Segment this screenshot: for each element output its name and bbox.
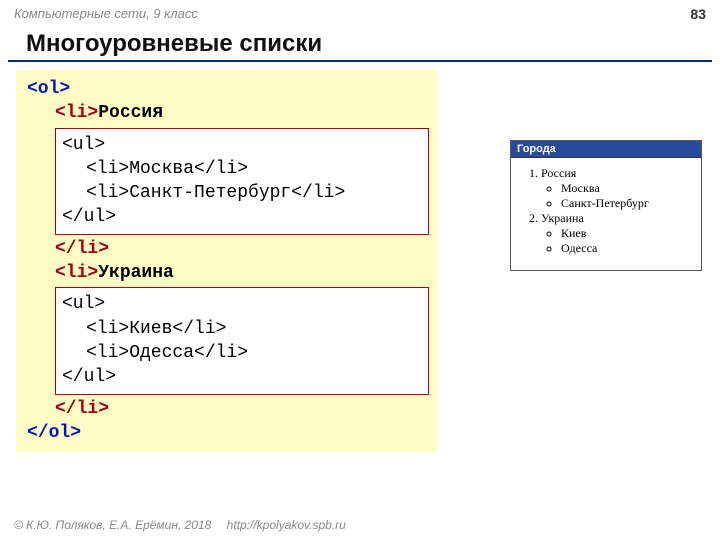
- text-country1: Россия: [98, 103, 163, 123]
- tag-li-open: <li>: [55, 103, 98, 123]
- preview-country1: Россия: [541, 166, 576, 180]
- nested-code-block-2: <ul> <li>Киев</li> <li>Одесса</li> </ul>: [55, 287, 429, 394]
- tag-li-open-2: <li>: [55, 263, 98, 283]
- tag-ul-open-2: <ul>: [62, 294, 105, 314]
- preview-item-1: Россия Москва Санкт-Петербург: [541, 166, 693, 211]
- preview-city2a: Киев: [561, 226, 693, 241]
- tag-ul-open: <ul>: [62, 135, 105, 155]
- slide-title: Многоуровневые списки: [8, 26, 712, 62]
- code-city1b: <li>Санкт-Петербург</li>: [86, 183, 345, 203]
- preview-item-2: Украина Киев Одесса: [541, 211, 693, 256]
- preview-sublist-2: Киев Одесса: [541, 226, 693, 256]
- preview-body: Россия Москва Санкт-Петербург Украина Ки…: [511, 158, 701, 270]
- nested-code-block-1: <ul> <li>Москва</li> <li>Санкт-Петербург…: [55, 128, 429, 235]
- browser-preview: Города Россия Москва Санкт-Петербург Укр…: [510, 140, 702, 271]
- code-city2b: <li>Одесса</li>: [86, 343, 248, 363]
- copyright-text: © К.Ю. Поляков, Е.А. Ерёмин, 2018: [14, 518, 211, 532]
- preview-city1b: Санкт-Петербург: [561, 196, 693, 211]
- footer-url: http://kpolyakov.spb.ru: [227, 518, 346, 532]
- preview-sublist-1: Москва Санкт-Петербург: [541, 181, 693, 211]
- page-number: 83: [690, 6, 706, 22]
- code-city1a: <li>Москва</li>: [86, 159, 248, 179]
- slide-footer: © К.Ю. Поляков, Е.А. Ерёмин, 2018 http:/…: [14, 518, 346, 532]
- preview-window-title: Города: [511, 141, 701, 158]
- preview-city1a: Москва: [561, 181, 693, 196]
- course-name: Компьютерные сети, 9 класс: [14, 6, 198, 22]
- tag-ul-close: </ul>: [62, 207, 116, 227]
- preview-ordered-list: Россия Москва Санкт-Петербург Украина Ки…: [519, 166, 693, 256]
- tag-li-close-2: </li>: [55, 399, 109, 419]
- code-example: <ol> <li>Россия <ul> <li>Москва</li> <li…: [16, 70, 438, 452]
- preview-city2b: Одесса: [561, 241, 693, 256]
- slide-header: Компьютерные сети, 9 класс 83: [0, 0, 720, 22]
- tag-li-close: </li>: [55, 239, 109, 259]
- text-country2: Украина: [98, 263, 174, 283]
- tag-ol-close: </ol>: [27, 423, 81, 443]
- preview-country2: Украина: [541, 211, 584, 225]
- tag-ol-open: <ol>: [27, 79, 70, 99]
- code-city2a: <li>Киев</li>: [86, 319, 226, 339]
- tag-ul-close-2: </ul>: [62, 367, 116, 387]
